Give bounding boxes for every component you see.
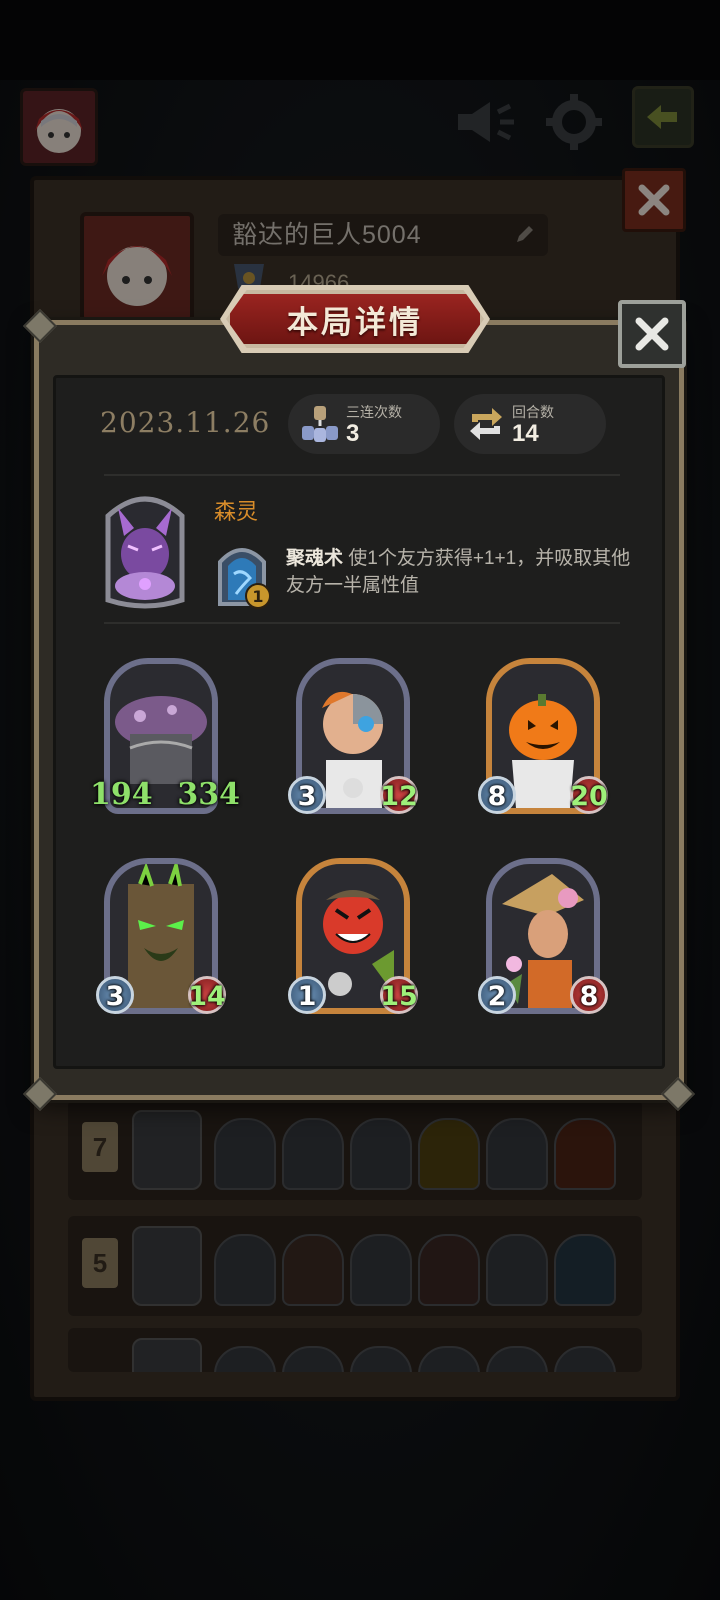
unit-thumb [554, 1234, 616, 1306]
unit-thumb [554, 1346, 616, 1372]
leader-name: 森灵 [214, 499, 259, 524]
treant-unit[interactable]: 3 14 [96, 858, 226, 1018]
unit-thumb [282, 1234, 344, 1306]
unit-thumb [418, 1234, 480, 1306]
unit-health: 20 [570, 781, 608, 812]
stat-value: 3 [346, 420, 360, 447]
unit-thumb [418, 1118, 480, 1190]
pumpkin-ghost-unit[interactable]: 8 20 [478, 658, 608, 818]
unit-thumb [486, 1118, 548, 1190]
divider [104, 474, 620, 476]
unit-thumb [418, 1346, 480, 1372]
flower-dryad-unit[interactable]: 28 [478, 858, 608, 1018]
unit-attack: 3 [105, 981, 125, 1012]
unit-thumb [214, 1118, 276, 1190]
status-bar-area [0, 0, 720, 80]
title-banner: 本局详情 [226, 290, 484, 348]
player-avatar-button[interactable] [20, 88, 98, 166]
edit-pencil-icon[interactable] [514, 223, 536, 245]
player-name-field[interactable]: 豁达的巨人5004 [218, 214, 548, 256]
match-history-row[interactable]: 5 [68, 1216, 642, 1316]
unit-health: 14 [188, 981, 226, 1012]
unit-attack: 8 [487, 781, 507, 812]
exit-arrow-icon [647, 105, 677, 129]
close-icon [635, 317, 669, 351]
unit-attack: 194 [90, 777, 153, 812]
unit-thumb [350, 1118, 412, 1190]
unit-thumb [282, 1346, 344, 1372]
skill-level: 1 [252, 587, 263, 606]
turn-cycle-icon [470, 408, 502, 440]
unit-thumb [214, 1346, 276, 1372]
match-date: 2023.11.26 [100, 406, 271, 439]
unit-health: 12 [380, 781, 418, 812]
unit-thumb [486, 1346, 548, 1372]
rank-badge: 7 [82, 1122, 118, 1172]
settings-gear-icon[interactable] [540, 92, 608, 152]
exit-button[interactable] [632, 86, 694, 148]
mushroom-unit[interactable]: 194 334 [90, 658, 240, 818]
stat-value: 14 [512, 420, 539, 447]
leader-thumb [132, 1226, 202, 1306]
triple-merge-icon [302, 406, 338, 442]
cyborg-doctor-unit[interactable]: 3 12 [288, 658, 418, 818]
stat-label: 回合数 [512, 404, 554, 420]
player-name: 豁达的巨人5004 [232, 221, 422, 249]
unit-thumb [350, 1234, 412, 1306]
turn-count-stat: 回合数 14 [454, 394, 606, 454]
tomato-imp-unit[interactable]: 1 15 [288, 858, 418, 1018]
unit-attack: 1 [297, 981, 317, 1012]
unit-thumb [554, 1118, 616, 1190]
leader-thumb [132, 1338, 202, 1372]
unit-thumb [214, 1234, 276, 1306]
stat-label: 三连次数 [346, 404, 402, 420]
profile-close-button[interactable] [622, 168, 686, 232]
unit-health: 334 [177, 777, 240, 812]
triple-count-stat: 三连次数 3 [288, 394, 440, 454]
leader-thumb [132, 1110, 202, 1190]
unit-health: 15 [380, 981, 418, 1012]
dialog-title: 本局详情 [287, 304, 423, 340]
unit-health: 8 [579, 981, 599, 1012]
match-history-row[interactable] [68, 1328, 642, 1372]
close-button[interactable] [618, 300, 686, 368]
unit-attack: 2 [487, 981, 507, 1012]
skill-portal-icon: 1 [218, 548, 270, 609]
match-history-row[interactable]: 7 [68, 1100, 642, 1200]
announcement-icon[interactable] [452, 92, 520, 152]
unit-thumb [282, 1118, 344, 1190]
skill-description: 聚魂术 使1个友方获得+1+1，并吸取其他友方一半属性值 [286, 545, 634, 599]
close-icon [638, 184, 670, 216]
unit-thumb [486, 1234, 548, 1306]
divider [104, 622, 620, 624]
skill-name: 聚魂术 [286, 548, 344, 569]
leader-portrait [105, 496, 185, 609]
rank-badge: 5 [82, 1238, 118, 1288]
unit-attack: 3 [297, 781, 317, 812]
avatar-girl-icon [35, 109, 83, 153]
unit-thumb [350, 1346, 412, 1372]
profile-portrait [80, 212, 194, 322]
